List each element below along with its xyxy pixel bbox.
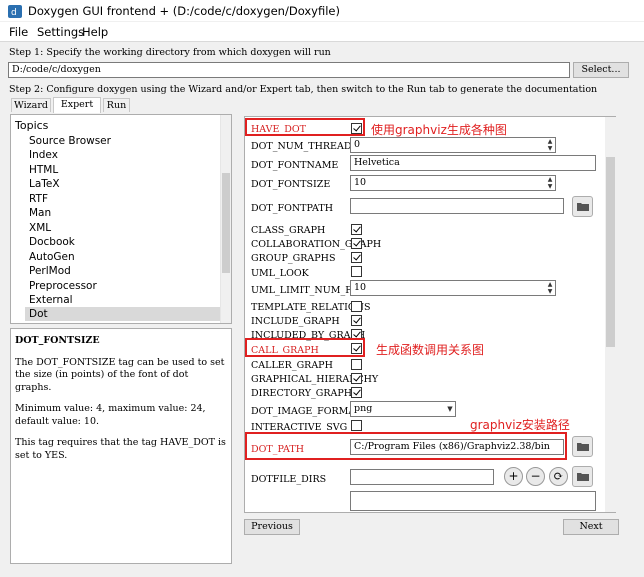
folder-icon[interactable] (572, 436, 593, 457)
option-directory-graph: DIRECTORY_GRAPH (251, 388, 353, 399)
directory-graph-checkbox[interactable] (351, 387, 362, 398)
spin-arrows-icon[interactable]: ▲ ▼ (545, 138, 555, 152)
highlight-dot-path (245, 432, 567, 460)
select-directory-button[interactable]: Select... (573, 62, 629, 78)
topic-item[interactable]: AutoGen (29, 250, 75, 264)
menu-file[interactable]: File (9, 25, 28, 39)
tab-expert[interactable]: Expert (53, 97, 101, 113)
dot-num-threads-spinbox[interactable]: 0 ▲ ▼ (350, 137, 556, 153)
topic-item[interactable]: Docbook (29, 235, 75, 249)
refresh-icon[interactable]: ⟳ (549, 467, 568, 486)
annotation-have-dot: 使用graphviz生成各种图 (371, 123, 507, 137)
topic-item[interactable]: LaTeX (29, 177, 60, 191)
option-dot-fontpath: DOT_FONTPATH (251, 203, 334, 214)
annotation-dot-path: graphviz安装路径 (470, 418, 570, 432)
option-dot-image-format: DOT_IMAGE_FORMAT (251, 406, 362, 417)
tab-run[interactable]: Run (103, 98, 130, 112)
option-uml-look: UML_LOOK (251, 268, 309, 279)
dot-fontpath-input[interactable] (350, 198, 564, 214)
topic-item[interactable]: Index (29, 148, 58, 162)
dot-num-threads-value: 0 (354, 139, 361, 150)
doxygen-app-icon: d (8, 5, 22, 18)
highlight-have-dot (245, 118, 365, 136)
svg-text:d: d (11, 8, 17, 18)
options-scroll-thumb[interactable] (606, 157, 615, 347)
dot-fontsize-spinbox[interactable]: 10 ▲ ▼ (350, 175, 556, 191)
folder-icon[interactable] (572, 466, 593, 487)
help-title: DOT_FONTSIZE (15, 335, 100, 346)
uml-limit-spinbox[interactable]: 10 ▲ ▼ (350, 280, 556, 296)
dot-image-format-value: png (354, 403, 373, 414)
uml-limit-value: 10 (354, 282, 367, 293)
add-icon[interactable]: + (504, 467, 523, 486)
step2-label: Step 2: Configure doxygen using the Wiza… (9, 84, 598, 95)
dot-fontsize-value: 10 (354, 177, 367, 188)
option-include-graph: INCLUDE_GRAPH (251, 316, 340, 327)
spin-arrows-icon[interactable]: ▲ ▼ (545, 281, 555, 295)
template-relations-checkbox[interactable] (351, 301, 362, 312)
dot-image-format-select[interactable]: png ▼ (350, 401, 456, 417)
option-group-graphs: GROUP_GRAPHS (251, 253, 336, 264)
help-paragraph: Minimum value: 4, maximum value: 24, def… (15, 403, 206, 427)
annotation-call-graph: 生成函数调用关系图 (376, 343, 485, 357)
option-dot-fontname: DOT_FONTNAME (251, 160, 339, 171)
topic-item[interactable]: Preprocessor (29, 279, 97, 293)
window-title: Doxygen GUI frontend + (D:/code/c/doxyge… (28, 4, 340, 18)
option-caller-graph: CALLER_GRAPH (251, 360, 333, 371)
option-dot-num-threads: DOT_NUM_THREADS (251, 141, 358, 152)
working-directory-input[interactable]: D:/code/c/doxygen (8, 62, 570, 78)
previous-button[interactable]: Previous (244, 519, 300, 535)
highlight-call-graph (245, 338, 365, 357)
folder-icon[interactable] (572, 196, 593, 217)
option-class-graph: CLASS_GRAPH (251, 225, 326, 236)
help-paragraph: This tag requires that the tag HAVE_DOT … (15, 437, 226, 461)
graphical-hierarchy-checkbox[interactable] (351, 373, 362, 384)
topic-item[interactable]: Man (29, 206, 51, 220)
option-dot-fontsize: DOT_FONTSIZE (251, 179, 331, 190)
tab-wizard[interactable]: Wizard (11, 98, 51, 112)
topics-scroll-thumb[interactable] (222, 173, 230, 273)
topic-item[interactable]: XML (29, 221, 51, 235)
include-graph-checkbox[interactable] (351, 315, 362, 326)
menu-help[interactable]: Help (82, 25, 108, 39)
topics-scrollbar[interactable] (220, 115, 231, 323)
menu-settings[interactable]: Settings (37, 25, 84, 39)
topic-item[interactable]: PerlMod (29, 264, 71, 278)
topic-item[interactable]: HTML (29, 163, 58, 177)
uml-look-checkbox[interactable] (351, 266, 362, 277)
caller-graph-checkbox[interactable] (351, 359, 362, 370)
spin-arrows-icon[interactable]: ▲ ▼ (545, 176, 555, 190)
help-paragraph: The DOT_FONTSIZE tag can be used to set … (15, 356, 225, 393)
topic-item[interactable]: Source Browser (29, 134, 111, 148)
topic-item-selected[interactable]: Dot (25, 307, 221, 321)
option-dotfile-dirs: DOTFILE_DIRS (251, 474, 327, 485)
dot-fontname-input[interactable]: Helvetica (350, 155, 596, 171)
step1-label: Step 1: Specify the working directory fr… (9, 47, 331, 58)
topics-list: Topics Source Browser Index HTML LaTeX R… (10, 114, 232, 324)
topic-item[interactable]: External (29, 293, 73, 307)
collaboration-graph-checkbox[interactable] (351, 238, 362, 249)
topics-heading: Topics (15, 119, 49, 132)
dotfile-dirs-list[interactable] (350, 491, 596, 511)
options-scrollbar[interactable] (605, 117, 616, 512)
class-graph-checkbox[interactable] (351, 224, 362, 235)
topic-item[interactable]: RTF (29, 192, 48, 206)
dotfile-dirs-input[interactable] (350, 469, 494, 485)
interactive-svg-checkbox[interactable] (351, 420, 362, 431)
chevron-down-icon[interactable]: ▼ (445, 402, 455, 416)
help-panel: DOT_FONTSIZE The DOT_FONTSIZE tag can be… (10, 328, 232, 564)
next-button[interactable]: Next (563, 519, 619, 535)
menu-bar: File Settings Help (0, 22, 644, 41)
group-graphs-checkbox[interactable] (351, 252, 362, 263)
title-bar: d Doxygen GUI frontend + (D:/code/c/doxy… (0, 0, 644, 22)
remove-icon[interactable]: − (526, 467, 545, 486)
